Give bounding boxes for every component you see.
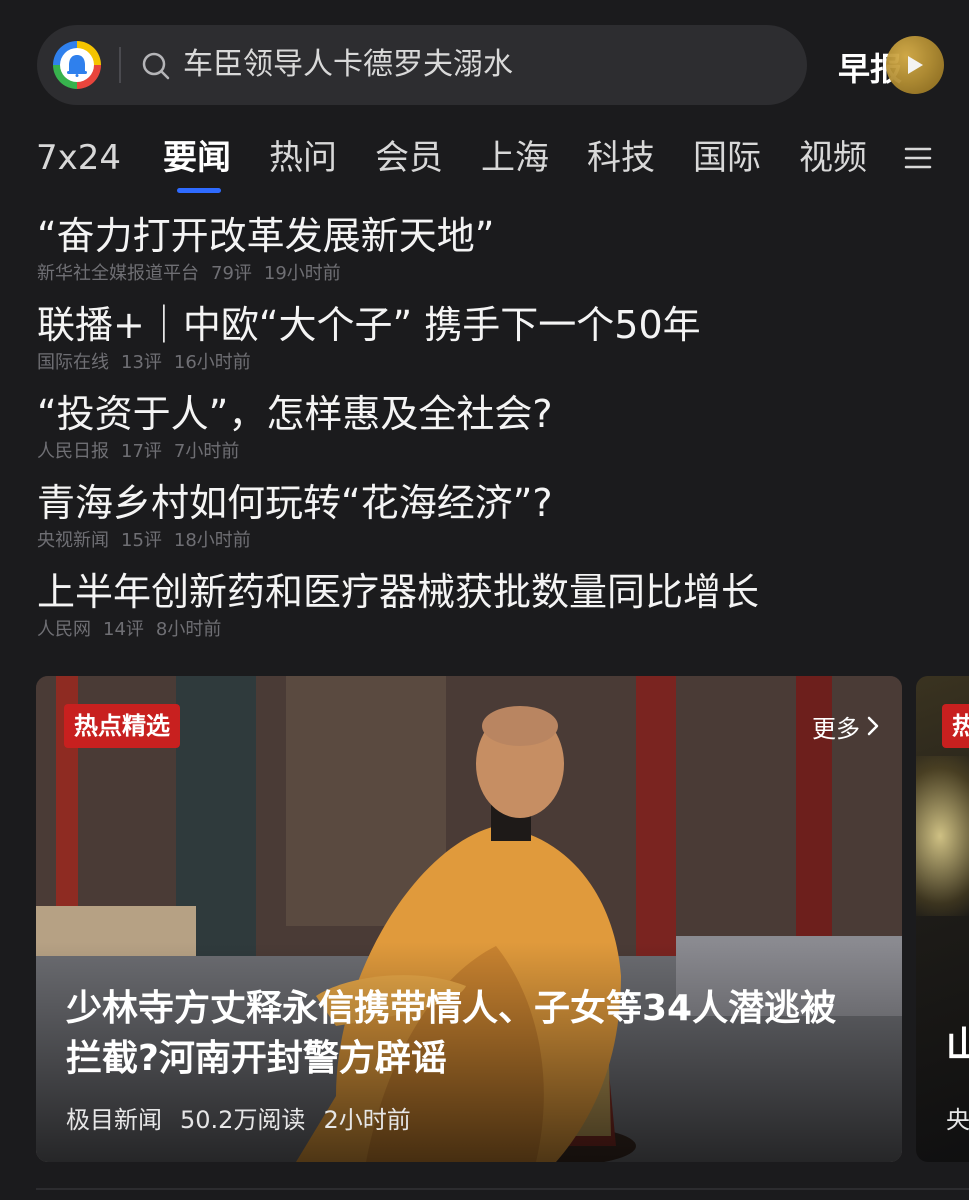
news-source: 人民日报 <box>37 441 109 462</box>
channel-tabs: 7x24 要闻 热问 会员 上海 科技 国际 视频 <box>36 136 936 196</box>
news-meta: 国际在线 13评 16小时前 <box>37 351 263 375</box>
more-label: 更多 <box>812 714 860 743</box>
news-source: 新华社全媒报道平台 <box>37 263 199 284</box>
header: 车臣领导人卡德罗夫溺水 早报 <box>0 0 969 120</box>
next-card-badge: 热 <box>942 704 969 748</box>
news-title[interactable]: 青海乡村如何玩转“花海经济”? <box>37 477 553 529</box>
news-title[interactable]: 联播+｜中欧“大个子” 携手下一个50年 <box>37 299 701 351</box>
news-meta: 人民网 14评 8小时前 <box>37 618 233 642</box>
news-comments: 17评 <box>121 441 162 462</box>
hot-picks-badge: 热点精选 <box>64 704 180 748</box>
news-source: 央视新闻 <box>37 530 109 551</box>
play-icon <box>886 36 944 94</box>
news-item[interactable]: “奋力打开改革发展新天地” 新华社全媒报道平台 79评 19小时前 <box>37 210 937 298</box>
tab-hot-questions[interactable]: 热问 <box>269 136 337 180</box>
news-title[interactable]: 上半年创新药和医疗器械获批数量同比增长 <box>37 566 759 618</box>
news-meta: 新华社全媒报道平台 79评 19小时前 <box>37 262 353 286</box>
active-tab-indicator <box>177 188 221 193</box>
search-divider <box>119 47 121 83</box>
hot-picks-meta: 极目新闻 50.2万阅读 2小时前 <box>66 1104 429 1136</box>
news-comments: 14评 <box>103 619 144 640</box>
hot-picks-card[interactable]: 热点精选 更多 少林寺方丈释永信携带情人、子女等34人潜逃被拦截?河南开封警方辟… <box>36 676 902 1162</box>
app-logo-icon[interactable] <box>53 41 101 89</box>
news-time: 8小时前 <box>155 619 222 640</box>
tab-video[interactable]: 视频 <box>799 136 867 180</box>
news-source: 人民网 <box>37 619 91 640</box>
news-meta: 央视新闻 15评 18小时前 <box>37 529 263 553</box>
news-comments: 79评 <box>211 263 252 284</box>
news-title[interactable]: “奋力打开改革发展新天地” <box>37 210 494 262</box>
news-item[interactable]: “投资于人”，怎样惠及全社会? 人民日报 17评 7小时前 <box>37 388 937 476</box>
next-card-headline[interactable]: 山 <box>946 1016 969 1068</box>
tab-membership[interactable]: 会员 <box>375 136 443 180</box>
menu-icon[interactable] <box>904 146 932 170</box>
chevron-right-icon <box>867 716 879 736</box>
tab-important-news[interactable]: 要闻 <box>163 136 231 180</box>
news-title[interactable]: “投资于人”，怎样惠及全社会? <box>37 388 553 440</box>
search-input[interactable]: 车臣领导人卡德罗夫溺水 <box>183 45 513 85</box>
news-source: 国际在线 <box>37 352 109 373</box>
news-time: 16小时前 <box>173 352 251 373</box>
next-card-image <box>916 756 969 916</box>
tab-shanghai[interactable]: 上海 <box>481 136 549 180</box>
news-time: 7小时前 <box>173 441 240 462</box>
search-bar[interactable]: 车臣领导人卡德罗夫溺水 <box>37 25 807 105</box>
news-time: 19小时前 <box>263 263 341 284</box>
news-item[interactable]: 青海乡村如何玩转“花海经济”? 央视新闻 15评 18小时前 <box>37 477 937 565</box>
news-item[interactable]: 联播+｜中欧“大个子” 携手下一个50年 国际在线 13评 16小时前 <box>37 299 937 387</box>
news-item[interactable]: 上半年创新药和医疗器械获批数量同比增长 人民网 14评 8小时前 <box>37 566 937 654</box>
news-meta: 人民日报 17评 7小时前 <box>37 440 251 464</box>
search-icon <box>142 52 170 80</box>
morning-report-button[interactable]: 早报 <box>838 36 944 94</box>
more-link[interactable]: 更多 <box>812 708 880 744</box>
next-hot-card[interactable]: 热 山 央 <box>916 676 969 1162</box>
hot-picks-source: 极目新闻 <box>66 1106 162 1134</box>
hot-picks-headline[interactable]: 少林寺方丈释永信携带情人、子女等34人潜逃被拦截?河南开封警方辟谣 <box>66 984 866 1084</box>
news-time: 18小时前 <box>173 530 251 551</box>
section-divider <box>36 1188 969 1190</box>
tab-international[interactable]: 国际 <box>693 136 761 180</box>
hot-picks-time: 2小时前 <box>323 1106 411 1134</box>
tab-technology[interactable]: 科技 <box>587 136 655 180</box>
news-comments: 15评 <box>121 530 162 551</box>
next-card-source: 央 <box>946 1106 969 1134</box>
news-comments: 13评 <box>121 352 162 373</box>
tab-7x24[interactable]: 7x24 <box>36 136 121 180</box>
hot-picks-reads: 50.2万阅读 <box>180 1106 306 1134</box>
